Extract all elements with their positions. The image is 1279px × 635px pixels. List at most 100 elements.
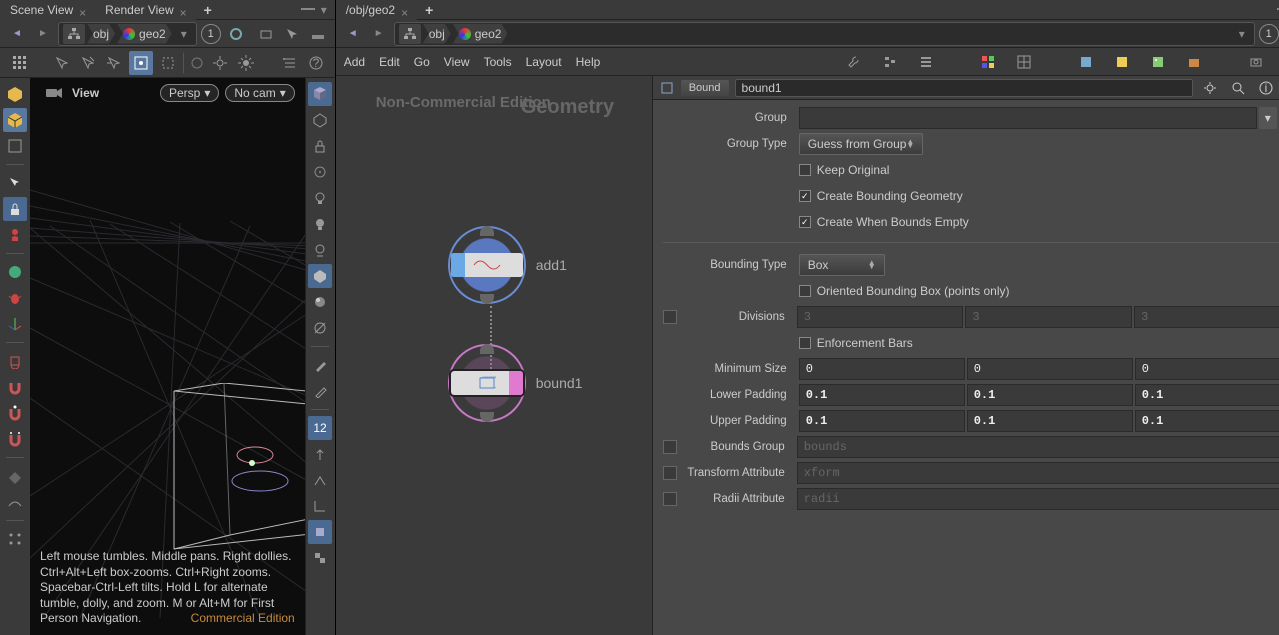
viewport-3d[interactable]: View Persp▾ No cam▾ Left mouse tumbles. …	[30, 78, 305, 635]
tangent-icon[interactable]	[308, 468, 332, 492]
geometry-tool[interactable]	[3, 108, 27, 132]
brush2-icon[interactable]	[308, 379, 332, 403]
nav-back-button[interactable]	[342, 23, 364, 45]
tab-add-button[interactable]: +	[417, 2, 441, 18]
tree-view-icon[interactable]	[879, 51, 901, 73]
operator-name-field[interactable]	[735, 79, 1193, 97]
char-picker-tool[interactable]	[3, 223, 27, 247]
palette2-icon[interactable]	[1013, 51, 1035, 73]
menu-go[interactable]: Go	[414, 55, 430, 69]
viewport-layout-button[interactable]	[8, 52, 30, 74]
list-view-icon[interactable]	[915, 51, 937, 73]
ghost-icon[interactable]	[308, 160, 332, 184]
xform-attr-field[interactable]	[797, 462, 1279, 484]
pin-indicator[interactable]: 1	[1259, 24, 1279, 44]
group-type-dropdown[interactable]: Guess from Group▲▼	[799, 133, 924, 155]
nav-forward-button[interactable]	[32, 23, 54, 45]
guide-icon[interactable]	[308, 520, 332, 544]
group-field[interactable]	[799, 107, 1257, 129]
box-icon[interactable]	[1183, 51, 1205, 73]
node-bound1[interactable]: bound1	[448, 344, 583, 422]
network-icon[interactable]	[63, 24, 85, 44]
breadcrumb[interactable]: obj geo2 ▾	[58, 22, 197, 46]
axis-tool[interactable]	[3, 312, 27, 336]
shading-mode-icon[interactable]	[308, 264, 332, 288]
lights-icon[interactable]	[307, 23, 329, 45]
network-icon[interactable]	[399, 24, 421, 44]
lowerpad-x[interactable]	[799, 384, 965, 406]
brush-icon[interactable]	[308, 353, 332, 377]
palette1-icon[interactable]	[977, 51, 999, 73]
lowerpad-y[interactable]	[967, 384, 1133, 406]
menu-edit[interactable]: Edit	[379, 55, 400, 69]
link-icon[interactable]	[225, 23, 247, 45]
crumb-obj[interactable]: obj	[423, 24, 451, 44]
template-icon[interactable]	[308, 108, 332, 132]
check-create-bounding[interactable]: Create Bounding Geometry	[799, 187, 963, 205]
uv-icon[interactable]	[308, 494, 332, 518]
select-tool[interactable]	[3, 171, 27, 195]
upperpad-z[interactable]	[1135, 410, 1279, 432]
menu-view[interactable]: View	[444, 55, 470, 69]
menu-tools[interactable]: Tools	[484, 55, 512, 69]
tab-obj-geo2[interactable]: /obj/geo2 ×	[336, 0, 417, 20]
normals-icon[interactable]	[308, 442, 332, 466]
xray-icon[interactable]	[308, 316, 332, 340]
check-oriented[interactable]: Oriented Bounding Box (points only)	[799, 282, 1010, 300]
minsize-x[interactable]	[799, 358, 965, 380]
nav-back-button[interactable]	[6, 23, 28, 45]
check-keep-original[interactable]: Keep Original	[799, 161, 890, 179]
display-geo-icon[interactable]	[308, 82, 332, 106]
sticky-icon[interactable]	[1111, 51, 1133, 73]
info-icon[interactable]: i	[1255, 77, 1277, 99]
point-display-icon[interactable]: 12	[308, 416, 332, 440]
pick-icon[interactable]	[281, 23, 303, 45]
menu-help[interactable]: Help	[576, 55, 601, 69]
tab-add-button[interactable]: +	[196, 2, 220, 18]
upperpad-x[interactable]	[799, 410, 965, 432]
select-contained-icon[interactable]	[129, 51, 153, 75]
tab-render-view[interactable]: Render View ×	[95, 0, 195, 20]
gear-icon[interactable]	[1199, 77, 1221, 99]
magnet-tool[interactable]	[3, 375, 27, 399]
gear-icon[interactable]	[209, 52, 231, 74]
bulb-icon[interactable]	[308, 186, 332, 210]
magnet-point-tool[interactable]	[3, 401, 27, 425]
divisions-x[interactable]	[797, 306, 964, 328]
bulb-shadow-icon[interactable]	[308, 238, 332, 262]
group-dropdown-icon[interactable]: ▾	[1259, 107, 1277, 129]
enable-toggle[interactable]	[663, 466, 677, 480]
pin-indicator[interactable]: 1	[201, 24, 221, 44]
align-tool[interactable]	[3, 490, 27, 514]
bounding-type-dropdown[interactable]: Box▲▼	[799, 254, 885, 276]
minimize-icon[interactable]	[301, 8, 315, 11]
menu-add[interactable]: Add	[344, 55, 365, 69]
node-add1[interactable]: add1	[448, 226, 567, 304]
select-visible-icon[interactable]	[103, 52, 125, 74]
network-editor[interactable]: Non-Commercial Edition Geometry add1	[336, 76, 652, 635]
close-icon[interactable]: ×	[79, 6, 87, 14]
divisions-z[interactable]	[1134, 306, 1279, 328]
enable-toggle[interactable]	[663, 310, 677, 324]
close-icon[interactable]: ×	[401, 6, 409, 14]
shelf-icon[interactable]	[255, 23, 277, 45]
upperpad-y[interactable]	[967, 410, 1133, 432]
camera-select-dropdown[interactable]: No cam▾	[225, 84, 294, 102]
minsize-y[interactable]	[967, 358, 1133, 380]
radii-attr-field[interactable]	[797, 488, 1279, 510]
world-tool[interactable]	[3, 260, 27, 284]
draw-tool[interactable]	[3, 527, 27, 551]
image-icon[interactable]	[1147, 51, 1169, 73]
area-select-icon[interactable]	[157, 52, 179, 74]
headlight-icon[interactable]	[308, 212, 332, 236]
search-icon[interactable]	[1227, 77, 1249, 99]
close-icon[interactable]: ×	[180, 6, 188, 14]
expand-icon[interactable]: ▾	[321, 3, 327, 17]
bug-tool[interactable]	[3, 286, 27, 310]
check-create-empty[interactable]: Create When Bounds Empty	[799, 213, 969, 231]
nav-forward-button[interactable]	[368, 23, 390, 45]
material-icon[interactable]	[308, 290, 332, 314]
constraint-tool[interactable]	[3, 134, 27, 158]
camera-persp-dropdown[interactable]: Persp▾	[160, 84, 219, 102]
lock-display-icon[interactable]	[308, 134, 332, 158]
